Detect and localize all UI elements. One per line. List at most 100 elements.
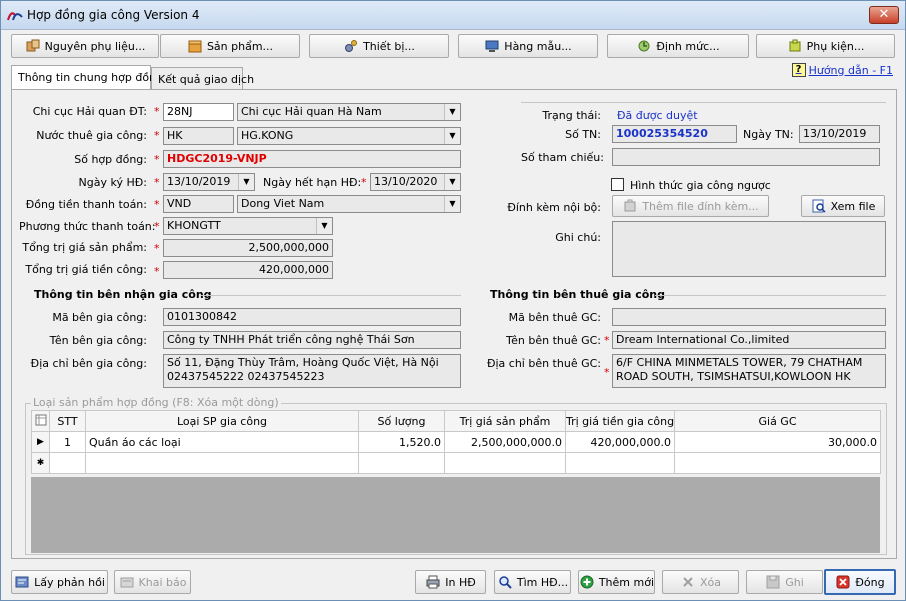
new-cell[interactable]	[358, 452, 445, 474]
accessories-button[interactable]: Phụ kiện...	[756, 34, 895, 58]
new-cell[interactable]	[565, 452, 675, 474]
materials-icon	[25, 38, 41, 54]
cell-unit-price[interactable]: 30,000.0	[674, 431, 881, 453]
chevron-down-icon[interactable]: ▼	[444, 196, 460, 212]
payment-method-combo[interactable]: KHONGTT ▼	[163, 217, 333, 235]
tn-date-field[interactable]: 13/10/2019	[799, 125, 880, 143]
country-code-field[interactable]: HK	[163, 127, 234, 145]
country-combo[interactable]: HG.KONG ▼	[237, 127, 461, 145]
materials-button[interactable]: Nguyên phụ liệu...	[11, 34, 159, 58]
cell-product-value[interactable]: 2,500,000,000.0	[444, 431, 566, 453]
new-cell[interactable]	[444, 452, 566, 474]
currency-code-field[interactable]: VND	[163, 195, 234, 213]
customs-branch-combo[interactable]: Chi cục Hải quan Hà Nam ▼	[237, 103, 461, 121]
column-header-product-type[interactable]: Loại SP gia công	[85, 410, 359, 432]
products-button[interactable]: Sản phẩm...	[160, 34, 300, 58]
new-cell[interactable]	[674, 452, 881, 474]
expiry-date-label: Ngày hết hạn HĐ:	[263, 176, 362, 189]
total-processing-value-label: Tổng trị giá tiền công:	[25, 263, 147, 276]
reverse-processing-label: Hình thức gia công ngược	[630, 179, 771, 192]
cell-quantity[interactable]: 1,520.0	[358, 431, 445, 453]
grid-select-all-icon[interactable]	[31, 410, 50, 432]
add-attachment-button[interactable]: Thêm file đính kèm...	[612, 195, 769, 217]
tab-transaction-results[interactable]: Kết quả giao dịch	[151, 67, 254, 91]
total-product-value-field[interactable]: 2,500,000,000	[163, 239, 333, 257]
total-processing-value-field[interactable]: 420,000,000	[163, 261, 333, 279]
status-label: Trạng thái:	[542, 109, 601, 122]
currency-combo[interactable]: Dong Viet Nam ▼	[237, 195, 461, 213]
equipment-button[interactable]: Thiết bị...	[309, 34, 449, 58]
current-row-indicator-icon: ▶	[31, 431, 50, 453]
chevron-down-icon[interactable]: ▼	[444, 174, 460, 190]
get-response-button[interactable]: Lấy phản hồi	[11, 570, 108, 594]
reverse-processing-checkbox[interactable]	[611, 178, 624, 191]
window-title: Hợp đồng gia công Version 4	[27, 8, 200, 22]
save-button[interactable]: Ghi	[746, 570, 823, 594]
table-row[interactable]: ▶ 1 Quần áo các loại 1,520.0 2,500,000,0…	[31, 431, 881, 453]
payment-method-label: Phương thức thanh toán:	[19, 220, 156, 233]
cell-product-type[interactable]: Quần áo các loại	[85, 431, 359, 453]
close-icon	[835, 574, 851, 590]
delete-icon	[680, 574, 696, 590]
view-file-button[interactable]: Xem file	[801, 195, 885, 217]
receiver-address-field[interactable]: Số 11, Đặng Thùy Trâm, Hoàng Quốc Việt, …	[163, 354, 461, 388]
get-response-icon	[14, 574, 30, 590]
new-cell[interactable]	[85, 452, 359, 474]
samples-button[interactable]: Hàng mẫu...	[458, 34, 598, 58]
attach-label: Đính kèm nội bộ:	[507, 201, 601, 214]
ref-field[interactable]	[612, 148, 880, 166]
column-header-processing-value[interactable]: Trị giá tiền gia công	[565, 410, 675, 432]
save-icon	[765, 574, 781, 590]
product-icon	[187, 38, 203, 54]
find-contract-button[interactable]: Tìm HĐ...	[494, 570, 571, 594]
declare-button[interactable]: Khai báo	[114, 570, 191, 594]
expiry-date-picker[interactable]: 13/10/2020 ▼	[370, 173, 461, 191]
column-header-product-value[interactable]: Trị giá sản phẩm	[444, 410, 566, 432]
help-icon: ?	[791, 63, 806, 77]
add-icon	[579, 574, 595, 590]
new-cell[interactable]	[49, 452, 86, 474]
new-row[interactable]: ✱	[31, 452, 881, 474]
note-label: Ghi chú:	[555, 231, 601, 244]
contract-no-field[interactable]: HDGC2019-VNJP	[163, 150, 461, 168]
tn-label: Số TN:	[565, 128, 601, 141]
tn-field[interactable]: 100025354520	[612, 125, 737, 143]
contract-window: Hợp đồng gia công Version 4 ✕ Nguyên phụ…	[0, 0, 906, 601]
column-header-quantity[interactable]: Số lượng	[358, 410, 445, 432]
column-header-unit-price[interactable]: Giá GC	[674, 410, 881, 432]
receiver-name-field[interactable]: Công ty TNHH Phát triển công nghệ Thái S…	[163, 331, 461, 349]
required-mark: *	[154, 265, 160, 278]
printer-icon	[425, 574, 441, 590]
customs-branch-code-field[interactable]: 28NJ	[163, 103, 234, 121]
delete-button[interactable]: Xóa	[662, 570, 739, 594]
hirer-code-label: Mã bên thuê GC:	[508, 311, 601, 324]
receiver-code-field[interactable]: 0101300842	[163, 308, 461, 326]
cell-processing-value[interactable]: 420,000,000.0	[565, 431, 675, 453]
receiver-name-label: Tên bên gia công:	[49, 334, 147, 347]
norms-button[interactable]: Định mức...	[607, 34, 749, 58]
tab-general-info[interactable]: Thông tin chung hợp đồng	[11, 65, 163, 91]
note-field[interactable]	[612, 221, 886, 277]
chevron-down-icon[interactable]: ▼	[444, 128, 460, 144]
required-mark: *	[154, 242, 160, 255]
chevron-down-icon[interactable]: ▼	[316, 218, 332, 234]
print-button[interactable]: In HĐ	[415, 570, 486, 594]
hirer-name-field[interactable]: Dream International Co.,limited	[612, 331, 886, 349]
cell-stt[interactable]: 1	[49, 431, 86, 453]
close-button[interactable]: Đóng	[824, 569, 896, 595]
column-header-stt[interactable]: STT	[49, 410, 86, 432]
equipment-icon	[343, 38, 359, 54]
ref-label: Số tham chiếu:	[521, 151, 604, 164]
required-mark: *	[604, 334, 610, 347]
customs-branch-label: Chi cục Hải quan ĐT:	[32, 105, 147, 118]
hirer-address-field[interactable]: 6/F CHINA MINMETALS TOWER, 79 CHATHAM RO…	[612, 354, 886, 388]
sign-date-picker[interactable]: 13/10/2019 ▼	[163, 173, 255, 191]
chevron-down-icon[interactable]: ▼	[444, 104, 460, 120]
window-close-button[interactable]: ✕	[869, 6, 899, 24]
chevron-down-icon[interactable]: ▼	[238, 174, 254, 190]
hirer-code-field[interactable]	[612, 308, 886, 326]
add-new-button[interactable]: Thêm mới	[578, 570, 655, 594]
grid-empty-area	[31, 477, 880, 553]
help-link[interactable]: ? Hướng dẫn - F1	[791, 63, 893, 77]
accessory-icon	[787, 38, 803, 54]
